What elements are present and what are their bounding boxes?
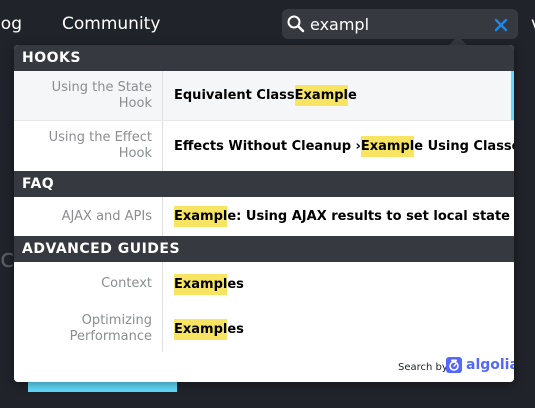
result-row[interactable]: Using the State Hook Equivalent Class Ex… bbox=[14, 71, 514, 120]
result-title[interactable]: Exampl es bbox=[174, 306, 244, 352]
result-title-text: e: Using AJAX results to set local state bbox=[227, 209, 510, 224]
search-box[interactable] bbox=[282, 9, 518, 39]
result-title-highlight: Exampl bbox=[174, 318, 228, 340]
nav-overflow-edge: v bbox=[531, 14, 535, 34]
result-category-line: Context bbox=[101, 276, 152, 291]
result-title-highlight: Exampl bbox=[294, 85, 349, 106]
result-title-highlight: Exampl bbox=[174, 273, 228, 295]
section-header-hooks: HOOKS bbox=[14, 45, 514, 71]
result-row[interactable]: Optimizing Performance Exampl es bbox=[14, 306, 514, 352]
close-icon[interactable] bbox=[494, 17, 508, 32]
result-title[interactable]: Equivalent Class Exampl e bbox=[174, 71, 357, 120]
result-category-line: Optimizing bbox=[81, 313, 152, 328]
result-title-text: e bbox=[348, 88, 357, 103]
algolia-brand[interactable]: algolia bbox=[466, 357, 514, 373]
result-category-line: Hook bbox=[118, 95, 152, 111]
result-category: Using the State Hook bbox=[14, 71, 163, 120]
result-title-text: Effects Without Cleanup › bbox=[174, 138, 361, 154]
result-title[interactable]: Exampl e: Using AJAX results to set local… bbox=[174, 197, 510, 236]
result-title[interactable]: Exampl es bbox=[174, 262, 244, 306]
result-row[interactable]: AJAX and APIs Exampl e: Using AJAX result… bbox=[14, 197, 514, 236]
result-title-text: e Using Classes bbox=[414, 138, 514, 154]
result-category-line: Using the Effect bbox=[48, 130, 152, 145]
result-title[interactable]: Effects Without Cleanup › Exampl e Using … bbox=[174, 121, 514, 171]
result-title-text: es bbox=[227, 321, 244, 337]
result-category-line: Performance bbox=[69, 329, 152, 344]
result-category: Using the Effect Hook bbox=[14, 121, 163, 171]
result-title-text: es bbox=[227, 276, 244, 292]
result-category-line: AJAX and APIs bbox=[61, 208, 152, 224]
result-row[interactable]: Context Exampl es bbox=[14, 262, 514, 306]
nav-link-community[interactable]: Community bbox=[62, 14, 160, 34]
search-input[interactable] bbox=[310, 13, 490, 35]
nav-link-blog[interactable]: Blog bbox=[0, 14, 22, 34]
section-header-faq: FAQ bbox=[14, 171, 514, 197]
result-title-highlight: Exampl bbox=[174, 206, 228, 227]
search-footer: Search by algolia bbox=[14, 352, 514, 382]
result-category-line: Hook bbox=[118, 146, 152, 161]
result-title-text: Equivalent Class bbox=[174, 88, 295, 103]
section-header-advanced-guides: ADVANCED GUIDES bbox=[14, 236, 514, 262]
algolia-logo-icon[interactable] bbox=[446, 357, 462, 373]
result-title-highlight: Exampl bbox=[360, 135, 415, 157]
search-results-dropdown: HOOKS Using the State Hook Equivalent Cl… bbox=[14, 45, 514, 382]
result-category: AJAX and APIs bbox=[14, 197, 163, 236]
result-row[interactable]: Using the Effect Hook Effects Without Cl… bbox=[14, 120, 514, 171]
result-category: Context bbox=[14, 262, 163, 306]
search-icon bbox=[286, 14, 306, 34]
result-category-line: Using the State bbox=[51, 79, 152, 95]
result-category: Optimizing Performance bbox=[14, 306, 163, 352]
search-by-label: Search by bbox=[398, 362, 448, 373]
background-page-text: cr bbox=[0, 244, 14, 274]
